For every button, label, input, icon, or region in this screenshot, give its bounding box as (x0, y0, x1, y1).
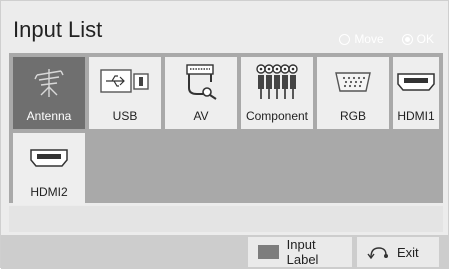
input-tile-rgb[interactable]: RGB (317, 57, 389, 129)
input-label: AV (193, 109, 209, 123)
exit-button[interactable]: Exit (357, 237, 439, 267)
exit-button-text: Exit (397, 244, 419, 260)
input-tile-usb[interactable]: USB (89, 57, 161, 129)
move-hint: Move (354, 32, 384, 46)
input-list-dialog: Input List Move OK Antenna USB AV Compon… (0, 0, 449, 269)
bottom-bar: Input Label Exit (1, 235, 449, 269)
av-cable-icon (165, 64, 237, 100)
key-hints: Move OK (339, 32, 434, 46)
input-label: Component (245, 109, 309, 123)
component-cable-icon (241, 64, 313, 99)
input-label: Antenna (26, 109, 72, 123)
dialog-title: Input List (13, 17, 103, 42)
input-grid: Antenna USB AV Component RGB HDMI1 HDMI2 (9, 53, 443, 205)
antenna-icon (13, 65, 85, 99)
input-label: HDMI1 (397, 109, 435, 123)
input-label-button-text: Input Label (286, 237, 319, 267)
rgb-port-icon (317, 65, 389, 99)
ok-hint: OK (416, 32, 434, 46)
move-icon (339, 33, 351, 45)
input-tile-hdmi1[interactable]: HDMI1 (393, 57, 439, 129)
input-label: RGB (339, 109, 366, 123)
hdmi-port-icon (13, 141, 85, 175)
input-label-button[interactable]: Input Label (248, 237, 352, 267)
input-label: USB (112, 109, 138, 123)
input-tile-component[interactable]: Component (241, 57, 313, 129)
back-arrow-icon (367, 245, 389, 259)
input-tile-hdmi2[interactable]: HDMI2 (13, 133, 85, 205)
input-tile-antenna[interactable]: Antenna (13, 57, 85, 129)
input-tile-av[interactable]: AV (165, 57, 237, 129)
ok-icon (401, 33, 413, 45)
input-label: HDMI2 (30, 185, 68, 199)
hdmi-port-icon (393, 65, 439, 99)
separator-strip (9, 206, 443, 232)
usb-icon (89, 65, 161, 99)
gray-key-icon (258, 245, 279, 259)
